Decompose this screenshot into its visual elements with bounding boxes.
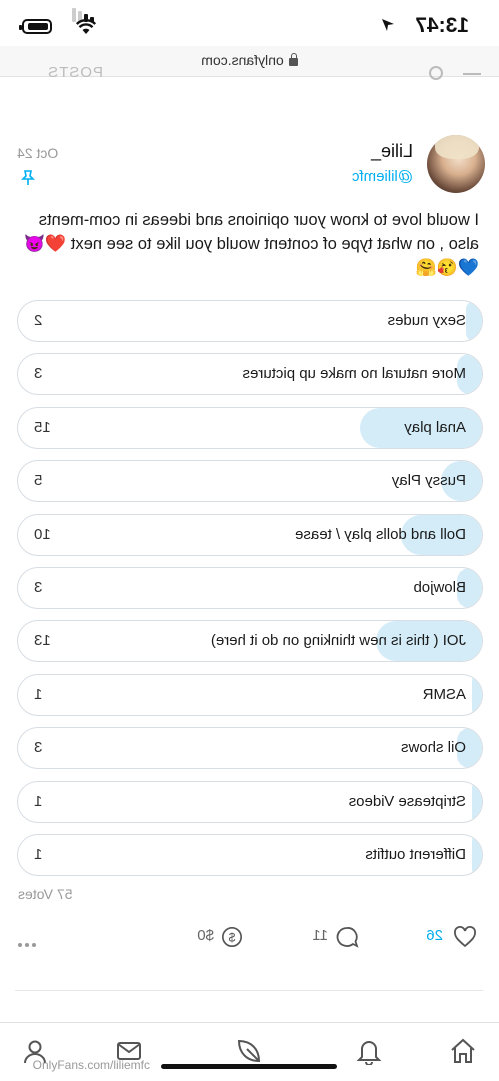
poll-option[interactable]: Different outfits 1 [17, 834, 483, 876]
poll-option-label: Oil shows [400, 739, 466, 757]
poll-option-label: JOI ( this is new thinking on do it here… [210, 632, 466, 650]
location-arrow-icon [382, 19, 394, 31]
poll-option-label: Striptease Videos [348, 792, 466, 810]
poll-option[interactable]: Blowjob 3 [17, 567, 483, 609]
poll-option-label: Doll and dolls play / tease [295, 525, 466, 543]
poll-option-fill [465, 301, 482, 341]
poll-option-count: 10 [34, 525, 51, 543]
author-handle[interactable]: @liliemfc [352, 168, 413, 185]
poll-option-label: Anal play [404, 418, 466, 436]
poll-option-count: 3 [34, 739, 43, 757]
search-icon[interactable] [429, 66, 443, 80]
poll-option-fill [471, 835, 482, 875]
poll-option[interactable]: ASMR 1 [17, 673, 483, 716]
tip-icon[interactable]: $ [220, 926, 244, 948]
pin-icon[interactable] [19, 169, 37, 187]
bottom-nav [0, 1022, 499, 1081]
poll-option-fill [471, 781, 482, 822]
more-icon[interactable] [18, 934, 39, 952]
post-caption: I would love to know your opinions and i… [17, 208, 479, 280]
heart-icon[interactable] [453, 926, 477, 948]
status-time: 13:47 [415, 14, 469, 37]
poll-option-label: Sexy nudes [387, 312, 466, 329]
svg-text:$: $ [228, 931, 235, 945]
bell-icon[interactable] [355, 1037, 383, 1065]
home-indicator[interactable] [161, 1064, 337, 1069]
poll-option-count: 5 [34, 472, 43, 490]
poll-option[interactable]: Doll and dolls play / tease 10 [17, 513, 483, 556]
poll-option-count: 2 [34, 312, 43, 329]
home-icon[interactable] [449, 1037, 477, 1065]
poll-option-count: 1 [34, 846, 43, 863]
poll-option-label: ASMR [422, 685, 466, 703]
poll-option[interactable]: Striptease Videos 1 [17, 780, 483, 823]
poll-option-count: 3 [34, 579, 43, 596]
add-post-icon[interactable] [235, 1037, 263, 1065]
avatar[interactable] [427, 135, 485, 193]
poll-option-count: 1 [34, 792, 43, 810]
comment-icon[interactable] [335, 926, 359, 948]
poll-option[interactable]: JOI ( this is new thinking on do it here… [17, 620, 483, 663]
poll-option-count: 3 [34, 365, 43, 383]
poll-option-count: 13 [34, 632, 51, 650]
poll-option-label: Different outfits [365, 846, 466, 863]
caption-text: I would love to know your opinions and i… [38, 211, 479, 253]
poll-option-count: 15 [34, 418, 51, 436]
battery-icon [19, 19, 52, 34]
poll-option[interactable]: More natural no make up pictures 3 [17, 353, 483, 396]
posts-tab-label[interactable]: POSTS [47, 64, 103, 81]
poll-option-label: Blowjob [413, 579, 466, 596]
filter-menu-icon[interactable] [463, 73, 481, 75]
poll-option-count: 1 [34, 685, 43, 703]
poll-option-label: More natural no make up pictures [242, 365, 466, 383]
post-date: Oct 24 [17, 145, 59, 161]
comment-count[interactable]: 11 [312, 927, 328, 944]
poll-option-label: Pussy Play [391, 472, 466, 490]
wifi-icon [76, 19, 96, 34]
lock-icon [288, 58, 298, 66]
tip-label[interactable]: $0 [197, 927, 214, 944]
divider [15, 990, 483, 991]
poll-option-fill [471, 674, 482, 715]
poll-total-votes: 57 Votes [18, 886, 73, 902]
poll-option[interactable]: Sexy nudes 2 [17, 300, 483, 342]
status-bar: 13:47 [0, 0, 499, 48]
like-count[interactable]: 26 [426, 927, 443, 944]
poll-option[interactable]: Pussy Play 5 [17, 460, 483, 503]
footer-url: OnlyFans.com/liliemfc [32, 1058, 150, 1072]
url-text: onlyfans.com [201, 52, 284, 68]
author-name[interactable]: Lilie_ [371, 141, 413, 162]
poll-option[interactable]: Oil shows 3 [17, 727, 483, 770]
mirrored-screen: 13:47 onlyfans.com POSTS Lilie_ @liliemf… [0, 0, 499, 1081]
poll-option[interactable]: Anal play 15 [17, 406, 483, 449]
